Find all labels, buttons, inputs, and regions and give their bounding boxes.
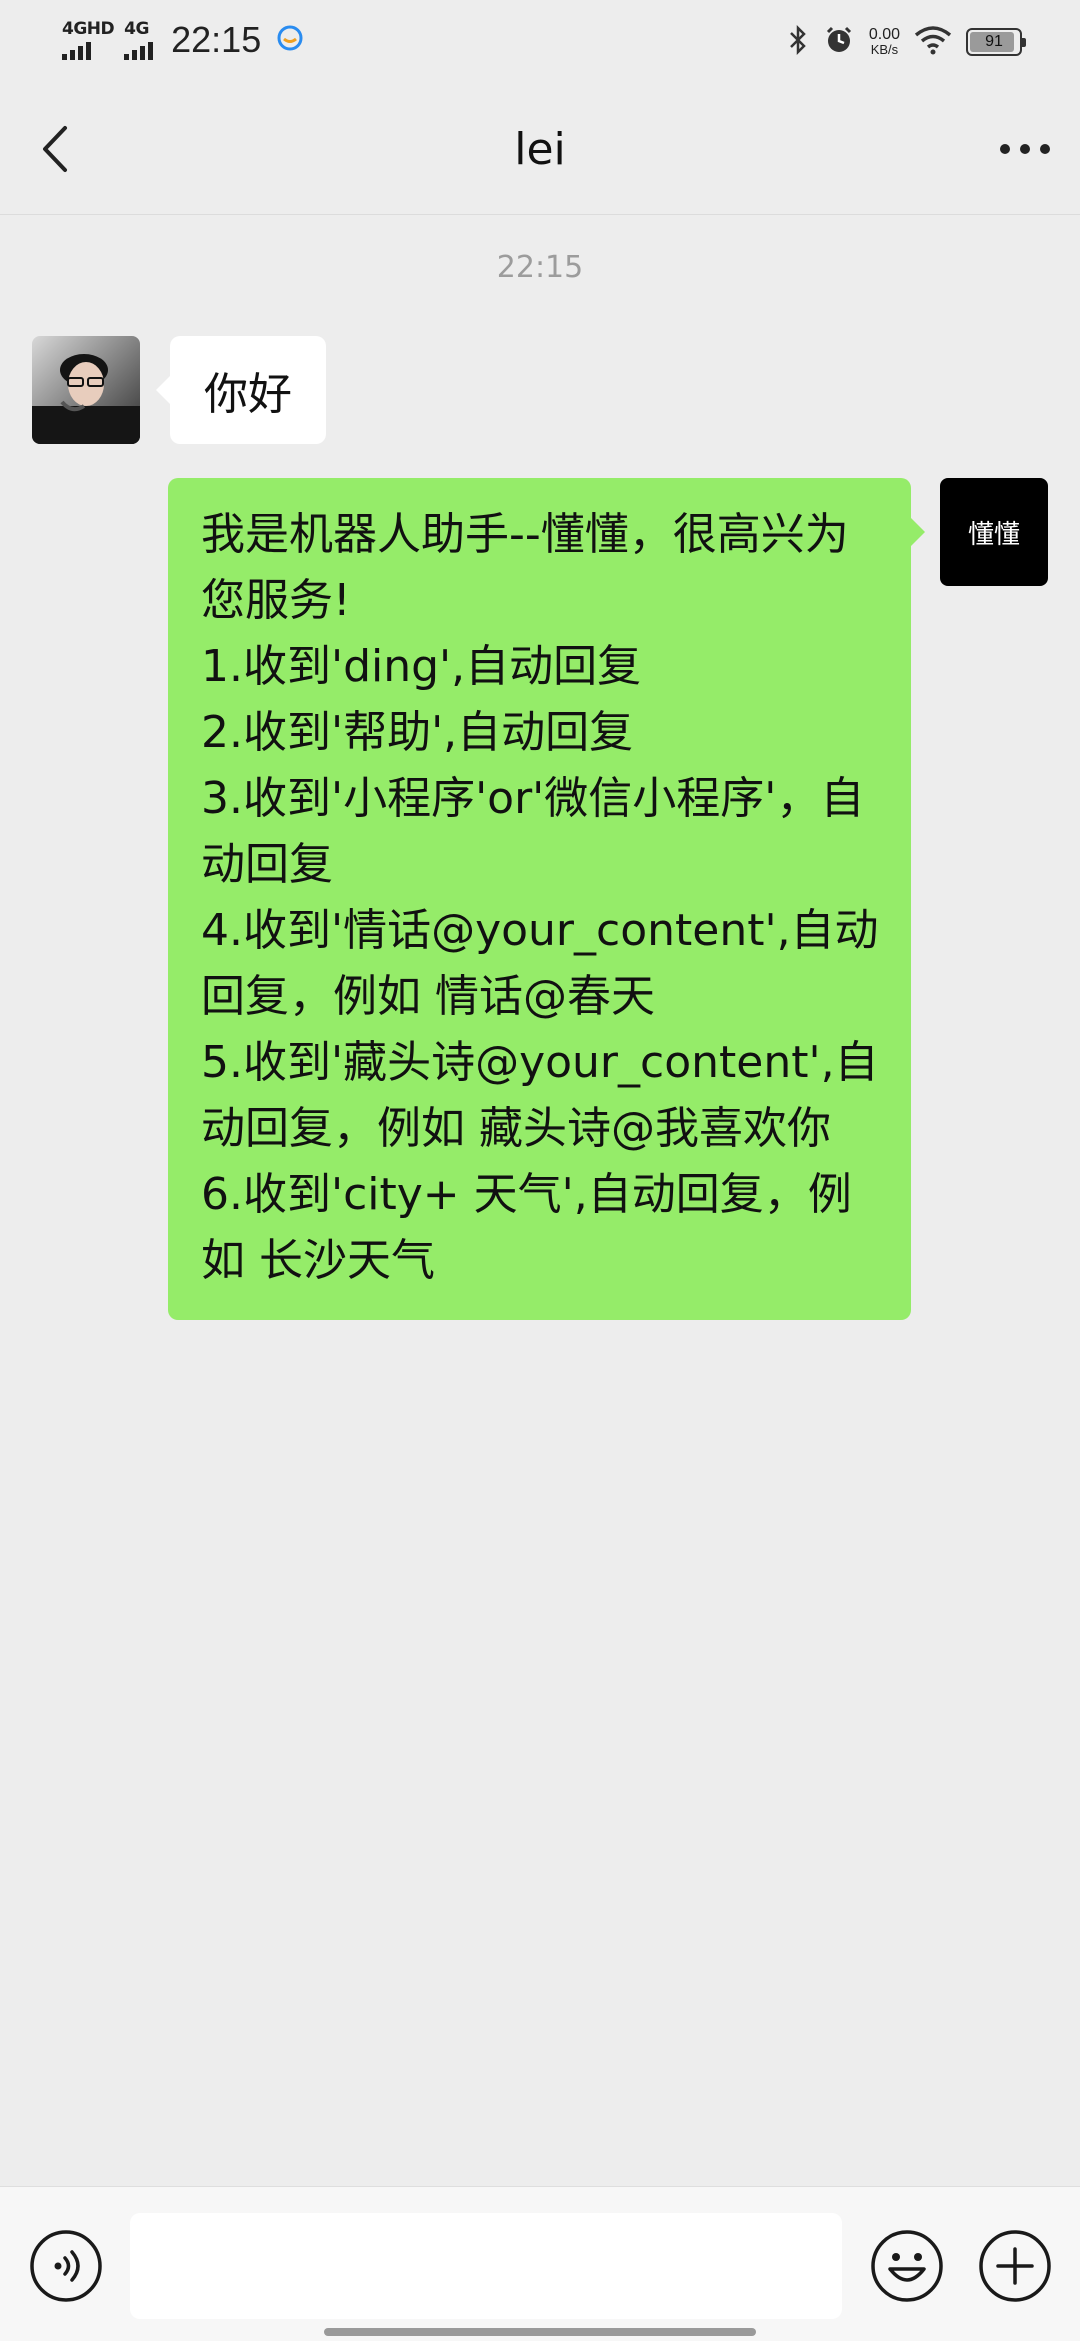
chat-header: lei xyxy=(0,84,1080,215)
speed-value: 0.00 xyxy=(868,26,900,43)
emoji-button[interactable] xyxy=(870,2229,944,2303)
network-speed: 0.00 KB/s xyxy=(868,26,900,58)
message-text: 你好 xyxy=(204,369,292,420)
voice-button[interactable] xyxy=(29,2229,103,2303)
message-line: 3.收到'小程序'or'微信小程序'，自 xyxy=(201,773,865,824)
message-line: 1.收到'ding',自动回复 xyxy=(201,641,642,692)
message-line: 您服务! xyxy=(201,575,351,626)
input-bar xyxy=(0,2186,1080,2341)
status-right: 0.00 KB/s 91 xyxy=(787,20,1026,64)
emoji-icon xyxy=(871,2230,943,2302)
signal-4ghd: 4GHD xyxy=(62,18,115,60)
home-indicator[interactable] xyxy=(324,2328,756,2336)
network-type-label: 4GHD xyxy=(62,18,115,39)
message-line: 动回复 xyxy=(201,839,333,890)
message-line: 动回复，例如 藏头诗@我喜欢你 xyxy=(201,1103,831,1154)
wifi-icon xyxy=(914,25,952,59)
status-time: 22:15 xyxy=(171,19,262,60)
bot-avatar[interactable]: 懂懂 xyxy=(940,478,1048,586)
message-line: 我是机器人助手--懂懂，很高兴为 xyxy=(201,509,849,560)
plus-icon xyxy=(979,2230,1051,2302)
more-functions-button[interactable] xyxy=(978,2229,1052,2303)
status-left: 4GHD 4G 22:15 xyxy=(62,18,305,62)
message-line: 5.收到'藏头诗@your_content',自 xyxy=(201,1037,879,1088)
voice-icon xyxy=(30,2230,102,2302)
signal-bars-icon xyxy=(124,40,154,60)
signal-bars-icon xyxy=(62,40,91,60)
page-title: lei xyxy=(514,124,566,175)
bot-avatar-label: 懂懂 xyxy=(967,519,1020,550)
incoming-message-bubble[interactable]: 你好 xyxy=(156,336,326,444)
message-line: 4.收到'情话@your_content',自动 xyxy=(201,905,879,956)
signal-4g: 4G xyxy=(124,18,154,60)
user-photo-icon xyxy=(32,336,140,444)
message-line: 如 长沙天气 xyxy=(201,1235,435,1286)
message-input[interactable] xyxy=(130,2213,842,2319)
message-timestamp: 22:15 xyxy=(496,250,584,285)
notification-app-icon xyxy=(275,23,305,57)
battery-percent: 91 xyxy=(985,33,1003,50)
outgoing-message-bubble[interactable]: 我是机器人助手--懂懂，很高兴为 您服务! 1.收到'ding',自动回复 2.… xyxy=(168,478,925,1320)
more-options-button[interactable] xyxy=(990,116,1060,182)
message-line: 回复，例如 情话@春天 xyxy=(201,971,655,1022)
message-line: 2.收到'帮助',自动回复 xyxy=(201,707,634,758)
battery-icon: 91 xyxy=(966,28,1026,56)
speed-unit: KB/s xyxy=(870,42,899,57)
more-dots-icon xyxy=(1000,144,1050,154)
avatar[interactable] xyxy=(32,336,140,444)
bluetooth-icon xyxy=(787,24,809,60)
message-line: 6.收到'city+ 天气',自动回复，例 xyxy=(201,1169,852,1220)
network-type-label: 4G xyxy=(124,18,149,39)
status-bar: 4GHD 4G 22:15 0.00 KB/s 91 xyxy=(0,0,1080,84)
alarm-icon xyxy=(823,24,855,60)
